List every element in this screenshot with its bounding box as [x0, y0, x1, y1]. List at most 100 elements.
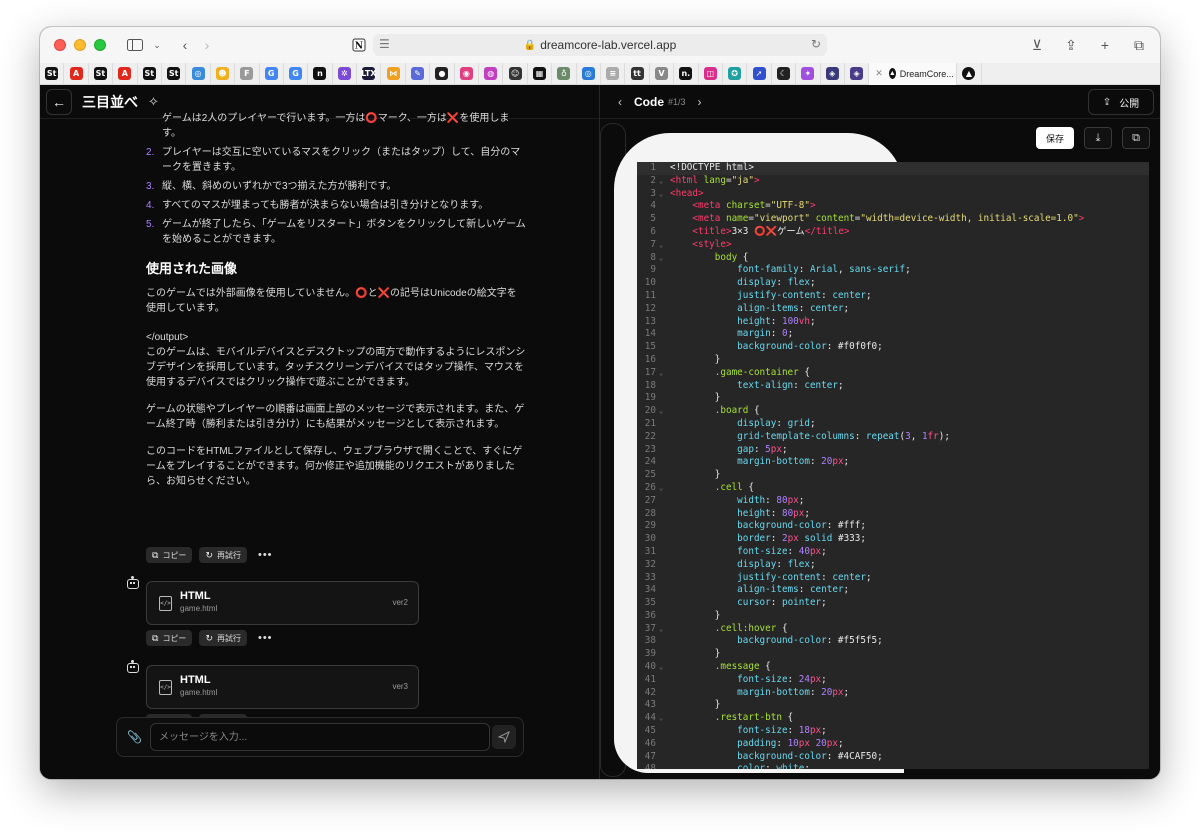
back-arrow-icon[interactable]: ‹ — [174, 34, 196, 56]
fold-chevron-icon[interactable]: ⌄ — [659, 188, 670, 201]
favorite-item[interactable]: St — [89, 62, 114, 85]
fold-chevron-icon[interactable]: ⌄ — [659, 252, 670, 265]
message-input[interactable] — [150, 723, 490, 751]
paperclip-icon[interactable]: 📎 — [127, 730, 142, 744]
line-number: 48 — [644, 763, 656, 769]
sidebar-toggle-icon[interactable] — [124, 34, 146, 56]
favorite-item[interactable]: n. — [674, 62, 699, 85]
zoom-window-button[interactable] — [94, 39, 106, 51]
favorite-item[interactable]: n — [308, 62, 333, 85]
copy-button[interactable]: ⧉コピー — [146, 547, 193, 563]
forward-arrow-icon[interactable]: › — [196, 34, 218, 56]
favorite-item[interactable]: F — [235, 62, 260, 85]
new-tab-icon[interactable]: + — [1094, 34, 1116, 56]
fold-chevron-icon[interactable]: ⌄ — [659, 175, 670, 188]
fold-chevron-icon[interactable]: ⌄ — [659, 623, 670, 636]
favorite-item[interactable]: ☾ — [772, 62, 797, 85]
favorite-item[interactable]: ⋈ — [381, 62, 406, 85]
favorite-item[interactable]: ≡ — [601, 62, 626, 85]
publish-button[interactable]: ⇪ 公開 — [1088, 89, 1154, 115]
artifact-type: HTML — [180, 674, 211, 686]
favorite-item[interactable]: ☺ — [503, 62, 528, 85]
favorite-item[interactable]: V — [650, 62, 675, 85]
favorite-item[interactable]: ● — [430, 62, 455, 85]
next-version-icon[interactable]: › — [692, 95, 708, 109]
code-token: grid — [787, 417, 810, 429]
list-text: ゲームが終了したら、「ゲームをリスタート」ボタンをクリックして新しいゲームを始め… — [162, 219, 526, 245]
minimize-window-button[interactable] — [74, 39, 86, 51]
fold-chevron-icon[interactable]: ⌄ — [659, 239, 670, 252]
code-token: background-color — [737, 520, 827, 532]
page-menu-icon[interactable]: ☰ — [379, 37, 390, 51]
favorite-item[interactable]: tt — [625, 62, 650, 85]
favorite-item[interactable]: ✦ — [796, 62, 821, 85]
fold-chevron-icon[interactable]: ⌄ — [659, 405, 670, 418]
line-number: 31 — [644, 545, 656, 557]
favorite-item[interactable]: St — [40, 62, 65, 85]
favorite-item[interactable]: ✲ — [333, 62, 358, 85]
fold-chevron-icon[interactable]: ⌄ — [659, 661, 670, 674]
active-tab[interactable]: ✕ ▲ DreamCore... — [869, 62, 958, 85]
close-tab-icon[interactable]: ✕ — [875, 68, 883, 79]
favorite-item[interactable]: St — [162, 62, 187, 85]
favorite-item[interactable]: G — [260, 62, 284, 85]
notion-icon[interactable]: N — [348, 34, 370, 56]
copy-button[interactable]: ⧉コピー — [146, 630, 193, 646]
favorite-item[interactable]: ➚ — [747, 62, 772, 85]
favorite-item[interactable]: LTX — [357, 62, 382, 85]
favorite-item[interactable]: ◍ — [479, 62, 504, 85]
more-options-button[interactable]: ••• — [258, 549, 273, 561]
favorite-item[interactable]: ◫ — [699, 62, 723, 85]
favorite-item[interactable]: A — [64, 62, 89, 85]
favorite-item[interactable]: ◉ — [455, 62, 480, 85]
chevron-down-icon[interactable]: ⌄ — [146, 34, 168, 56]
favorite-item[interactable]: ◎ — [577, 62, 601, 85]
favorite-item[interactable]: G — [284, 62, 309, 85]
reload-icon[interactable]: ↻ — [811, 37, 821, 51]
back-button[interactable]: ← — [46, 88, 72, 115]
code-editor[interactable]: 1 <!DOCTYPE html> 2 ⌄ <html lang="ja"> 3 ⌄ <hea… — [637, 162, 1149, 769]
download-icon[interactable]: ⤓ — [1084, 127, 1112, 149]
code-token: margin-bottom — [737, 686, 810, 698]
favorite-item[interactable]: ▲ — [957, 62, 982, 85]
send-button[interactable] — [492, 725, 516, 749]
share-icon[interactable]: ⇪ — [1060, 34, 1082, 56]
fold-gutter — [659, 546, 670, 559]
artifact-card[interactable]: </> HTML game.html ver2 — [146, 581, 419, 625]
favorite-item[interactable]: ✪ — [723, 62, 748, 85]
favorite-item[interactable]: A — [113, 62, 138, 85]
favorite-item[interactable]: ✎ — [406, 62, 431, 85]
code-token: : — [765, 763, 777, 769]
favorite-item[interactable]: ☻ — [211, 62, 236, 85]
save-button[interactable]: 保存 — [1035, 127, 1074, 149]
code-line: 8 ⌄ body { — [637, 252, 1149, 265]
favorite-item[interactable]: St — [138, 62, 162, 85]
tab-overview-icon[interactable]: ⧉ — [1128, 34, 1150, 56]
artifact-card[interactable]: </> HTML game.html ver3 — [146, 665, 419, 709]
prev-version-icon[interactable]: ‹ — [612, 95, 628, 109]
code-text: justify-content: center; — [670, 572, 871, 585]
code-token: ; — [843, 584, 850, 596]
code-token: 80 — [781, 507, 794, 519]
fold-chevron-icon[interactable]: ⌄ — [659, 712, 670, 725]
favorite-item[interactable]: ♁ — [552, 62, 577, 85]
fold-chevron-icon[interactable]: ⌄ — [659, 482, 670, 495]
download-icon[interactable]: ⊻ — [1026, 34, 1048, 56]
more-options-button[interactable]: ••• — [258, 632, 273, 644]
retry-button[interactable]: ↻再試行 — [199, 630, 247, 646]
sparkle-icon[interactable]: ✧ — [148, 94, 159, 110]
address-bar[interactable]: ☰ 🔒 dreamcore-lab.vercel.app ↻ — [373, 34, 827, 56]
favorite-item[interactable]: ◎ — [186, 62, 211, 85]
retry-button[interactable]: ↻再試行 — [199, 547, 247, 563]
favorite-favicon: ☺ — [508, 67, 522, 80]
code-text: background-color: #fff; — [670, 520, 866, 533]
favorite-item[interactable]: ◈ — [845, 62, 870, 85]
code-token: sans-serif — [849, 264, 906, 276]
favorite-item[interactable]: ▦ — [528, 62, 553, 85]
copy-icon[interactable]: ⧉ — [1122, 127, 1150, 149]
fold-chevron-icon[interactable]: ⌄ — [659, 367, 670, 380]
close-window-button[interactable] — [54, 39, 66, 51]
favorite-item[interactable]: ◈ — [821, 62, 845, 85]
